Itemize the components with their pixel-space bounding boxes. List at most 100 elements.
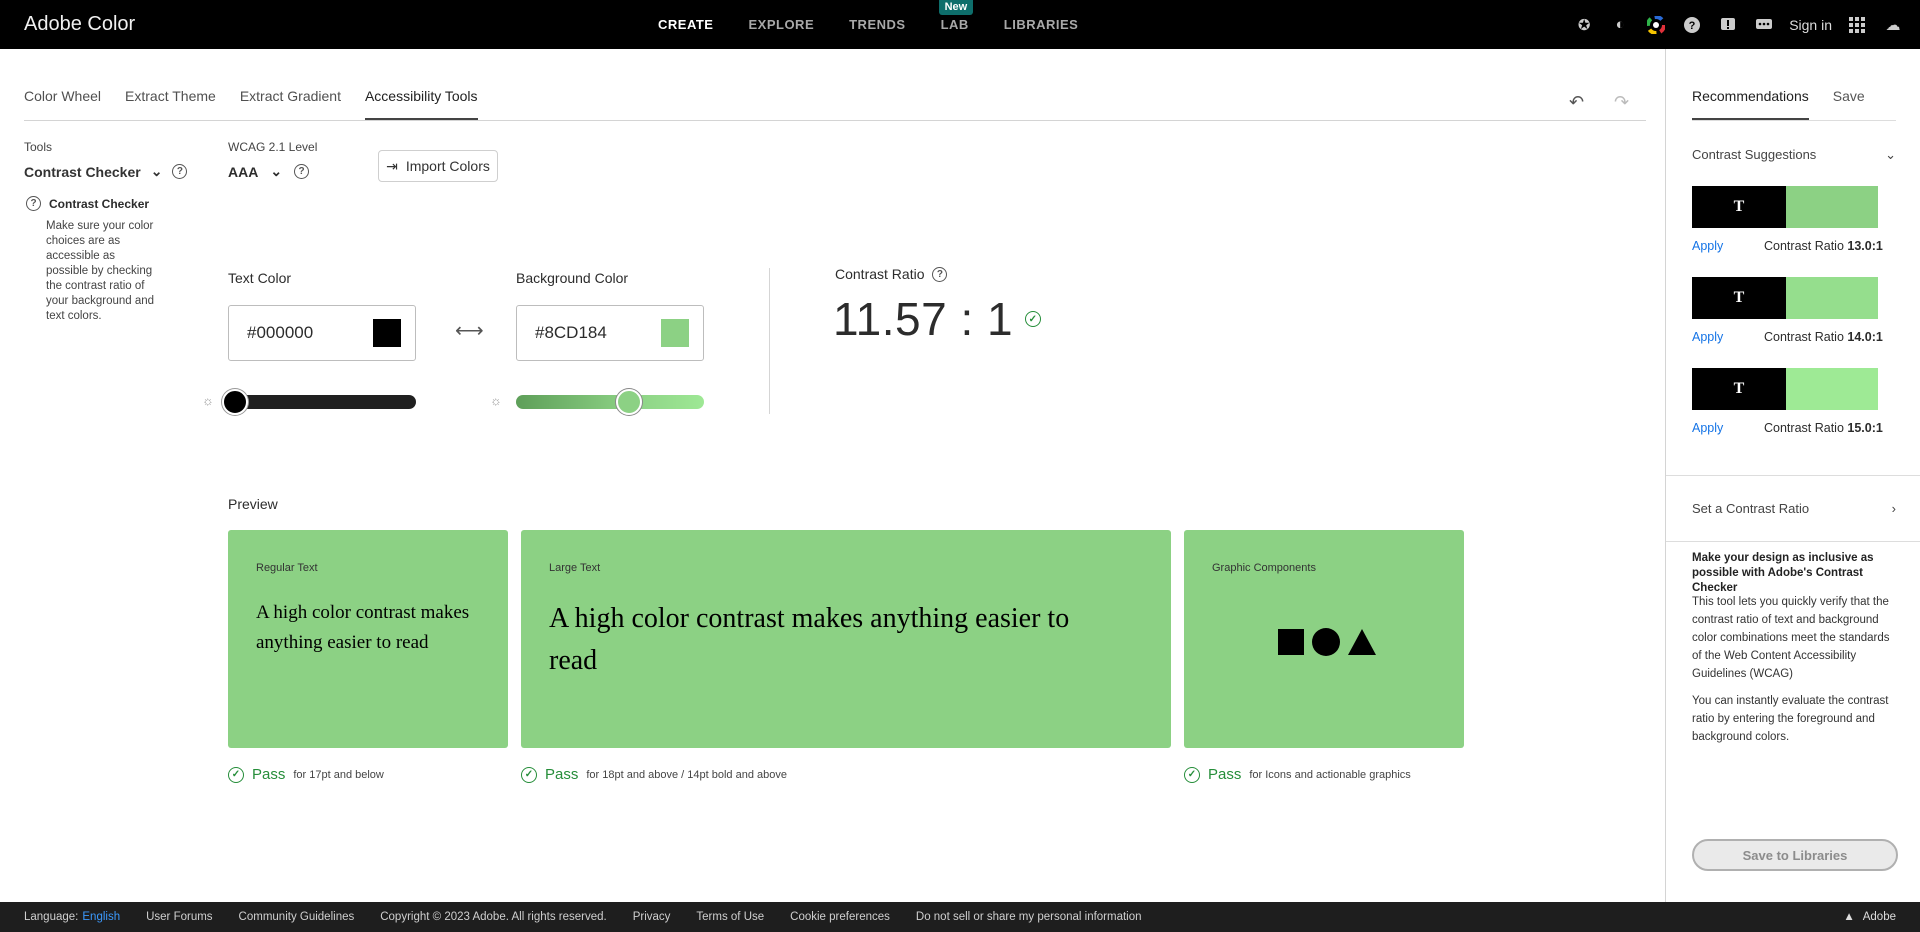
- background-color-swatch[interactable]: [661, 319, 689, 347]
- apply-link[interactable]: Apply: [1692, 330, 1764, 344]
- import-colors-button[interactable]: ⇥ Import Colors: [378, 150, 498, 182]
- help-circle-icon[interactable]: ?: [294, 164, 310, 179]
- circle-icon: [1312, 628, 1340, 656]
- nav-explore[interactable]: EXPLORE: [748, 0, 814, 49]
- background-brightness-slider[interactable]: [516, 395, 704, 409]
- chevron-down-icon: ⌄: [270, 163, 283, 179]
- check-circle-icon: ✓: [1025, 311, 1042, 327]
- tool-info-heading: ? Contrast Checker: [26, 196, 149, 211]
- copyright-text: Copyright © 2023 Adobe. All rights reser…: [380, 911, 607, 923]
- pass-description: for 18pt and above / 14pt bold and above: [586, 768, 787, 781]
- tab-save[interactable]: Save: [1833, 88, 1865, 120]
- wcag-level-value: AAA: [228, 163, 259, 180]
- pass-label: Pass: [1208, 766, 1242, 783]
- ratio-label: Contrast Ratio: [1764, 330, 1844, 344]
- set-contrast-ratio[interactable]: Set a Contrast Ratio ›: [1692, 501, 1896, 516]
- tab-extract-gradient[interactable]: Extract Gradient: [240, 88, 341, 120]
- ratio-label: Contrast Ratio: [1764, 421, 1844, 435]
- import-colors-label: Import Colors: [405, 158, 490, 174]
- top-icons: ✪ ◐ ? Sign in ☁: [1573, 0, 1904, 49]
- nav-lab[interactable]: New LAB: [938, 0, 974, 49]
- background-brightness-handle[interactable]: [615, 389, 642, 415]
- contrast-ratio-display: 11.57 : 1 ✓: [833, 292, 1042, 346]
- accessibility-icon[interactable]: ◐: [1609, 14, 1631, 36]
- suggestion-swatch[interactable]: T: [1692, 368, 1878, 410]
- footer-link[interactable]: Do not sell or share my personal informa…: [916, 911, 1142, 923]
- contrast-suggestions-header[interactable]: Contrast Suggestions ⌄: [1692, 147, 1896, 163]
- tool-info-title: Contrast Checker: [49, 196, 150, 211]
- help-circle-icon[interactable]: ?: [932, 266, 948, 282]
- background-color-value[interactable]: #8CD184: [535, 323, 607, 343]
- app-title[interactable]: Adobe Color: [24, 13, 135, 36]
- chevron-down-icon: ⌄: [150, 163, 163, 179]
- tool-dropdown[interactable]: Contrast Checker ⌄ ?: [24, 163, 188, 180]
- check-circle-icon: ✓: [521, 766, 537, 783]
- wcag-level-label: WCAG 2.1 Level: [228, 140, 318, 154]
- suggestion-text-sample: T: [1692, 186, 1786, 228]
- alert-icon[interactable]: [1717, 14, 1739, 36]
- suggestion-ratio: Contrast Ratio 15.0:1: [1764, 421, 1883, 435]
- right-panel-tabs: Recommendations Save: [1692, 88, 1889, 120]
- promo-paragraph: This tool lets you quickly verify that t…: [1692, 596, 1890, 680]
- ratio-value: 15.0:1: [1847, 421, 1883, 435]
- regular-text-result: ✓ Pass for 17pt and below: [228, 766, 384, 783]
- suggestion-row: Apply Contrast Ratio 13.0:1: [1692, 239, 1892, 253]
- feedback-icon[interactable]: [1753, 14, 1775, 36]
- language-value[interactable]: English: [82, 911, 120, 923]
- suggestion-swatch[interactable]: T: [1692, 186, 1878, 228]
- preview-label: Preview: [228, 496, 278, 512]
- footer-link[interactable]: Privacy: [633, 911, 671, 923]
- footer-link[interactable]: Cookie preferences: [790, 911, 890, 923]
- suggestion-row: Apply Contrast Ratio 14.0:1: [1692, 330, 1892, 344]
- ratio-value: 13.0:1: [1847, 239, 1883, 253]
- swap-colors-icon[interactable]: ⟷: [455, 318, 484, 343]
- text-color-value[interactable]: #000000: [247, 323, 313, 343]
- suggestion-ratio: Contrast Ratio 14.0:1: [1764, 330, 1883, 344]
- footer-link[interactable]: Terms of Use: [696, 911, 764, 923]
- help-icon[interactable]: ?: [1681, 14, 1703, 36]
- language-selector[interactable]: Language: English: [24, 911, 120, 923]
- footer: Language: English User Forums Community G…: [0, 902, 1920, 932]
- redo-icon[interactable]: ↷: [1614, 92, 1629, 113]
- background-color-field[interactable]: #8CD184: [516, 305, 704, 361]
- text-color-label: Text Color: [228, 270, 292, 286]
- apply-link[interactable]: Apply: [1692, 239, 1764, 253]
- footer-link[interactable]: Community Guidelines: [239, 911, 355, 923]
- color-wheel-icon[interactable]: [1645, 14, 1667, 36]
- undo-icon[interactable]: ↶: [1569, 92, 1584, 113]
- tab-recommendations[interactable]: Recommendations: [1692, 88, 1809, 120]
- text-brightness-handle[interactable]: [222, 389, 248, 415]
- wcag-level-dropdown[interactable]: AAA ⌄ ?: [228, 163, 310, 180]
- tab-color-wheel[interactable]: Color Wheel: [24, 88, 101, 120]
- save-to-libraries-button[interactable]: Save to Libraries: [1692, 839, 1898, 871]
- brightness-icon: ☼: [202, 393, 214, 408]
- regular-text-sample: A high color contrast makes anything eas…: [256, 602, 470, 653]
- footer-link[interactable]: User Forums: [146, 911, 212, 923]
- apps-grid-icon[interactable]: [1846, 14, 1868, 36]
- panel-divider: [1666, 475, 1920, 476]
- nav-trends[interactable]: TRENDS: [849, 0, 905, 49]
- text-color-swatch[interactable]: [373, 319, 401, 347]
- tab-accessibility-tools[interactable]: Accessibility Tools: [364, 88, 478, 120]
- nav-create[interactable]: CREATE: [658, 0, 713, 49]
- nav-libraries[interactable]: LIBRARIES: [1004, 0, 1079, 49]
- star-icon[interactable]: ✪: [1573, 14, 1595, 36]
- tabs-divider: [24, 120, 1646, 121]
- graphic-components-result: ✓ Pass for Icons and actionable graphics: [1184, 766, 1411, 783]
- panel-divider: [1666, 541, 1920, 542]
- text-brightness-slider[interactable]: [228, 395, 416, 409]
- suggestion-swatch[interactable]: T: [1692, 277, 1878, 319]
- help-circle-icon[interactable]: ?: [172, 164, 188, 179]
- creative-cloud-icon[interactable]: ☁: [1882, 14, 1904, 36]
- sign-in-link[interactable]: Sign in: [1789, 17, 1832, 33]
- adobe-logo-icon: ▲: [1843, 911, 1855, 923]
- apply-link[interactable]: Apply: [1692, 421, 1764, 435]
- check-circle-icon: ✓: [1184, 766, 1200, 783]
- regular-text-preview: Regular Text A high color contrast makes…: [228, 530, 508, 748]
- language-label: Language:: [24, 911, 79, 923]
- suggestion-row: Apply Contrast Ratio 15.0:1: [1692, 421, 1892, 435]
- adobe-footer-logo[interactable]: ▲ Adobe: [1843, 911, 1896, 923]
- tab-extract-theme[interactable]: Extract Theme: [125, 88, 216, 120]
- text-color-field[interactable]: #000000: [228, 305, 416, 361]
- regular-text-label: Regular Text: [256, 562, 318, 574]
